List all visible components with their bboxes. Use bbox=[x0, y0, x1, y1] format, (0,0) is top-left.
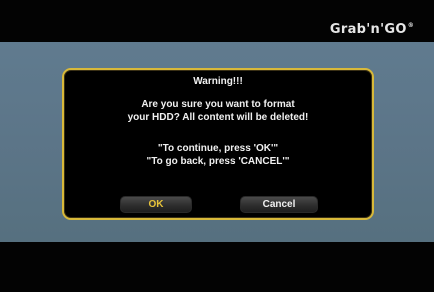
dialog-message: Are you sure you want to format your HDD… bbox=[64, 98, 372, 124]
dialog-message-line: Are you sure you want to format bbox=[141, 99, 295, 110]
dialog-title: Warning!!! bbox=[193, 76, 243, 87]
format-warning-dialog: Warning!!! Are you sure you want to form… bbox=[62, 68, 374, 220]
brand-logo: Grab'n'GO® bbox=[330, 22, 414, 37]
bottom-band bbox=[0, 242, 434, 292]
dialog-instructions: "To continue, press 'OK'" "To go back, p… bbox=[64, 142, 372, 168]
ok-button[interactable]: OK bbox=[120, 196, 192, 213]
cancel-button[interactable]: Cancel bbox=[240, 196, 318, 213]
continue-instruction: "To continue, press 'OK'" bbox=[157, 143, 279, 154]
tv-screen: Grab'n'GO® Warning!!! Are you sure you w… bbox=[0, 0, 434, 292]
go-back-instruction: "To go back, press 'CANCEL'" bbox=[146, 156, 290, 167]
header-band: Grab'n'GO® bbox=[0, 0, 434, 42]
brand-logo-text: Grab'n'GO bbox=[329, 22, 407, 37]
dialog-message-line: your HDD? All content will be deleted! bbox=[127, 112, 309, 123]
registered-mark: ® bbox=[407, 22, 414, 29]
